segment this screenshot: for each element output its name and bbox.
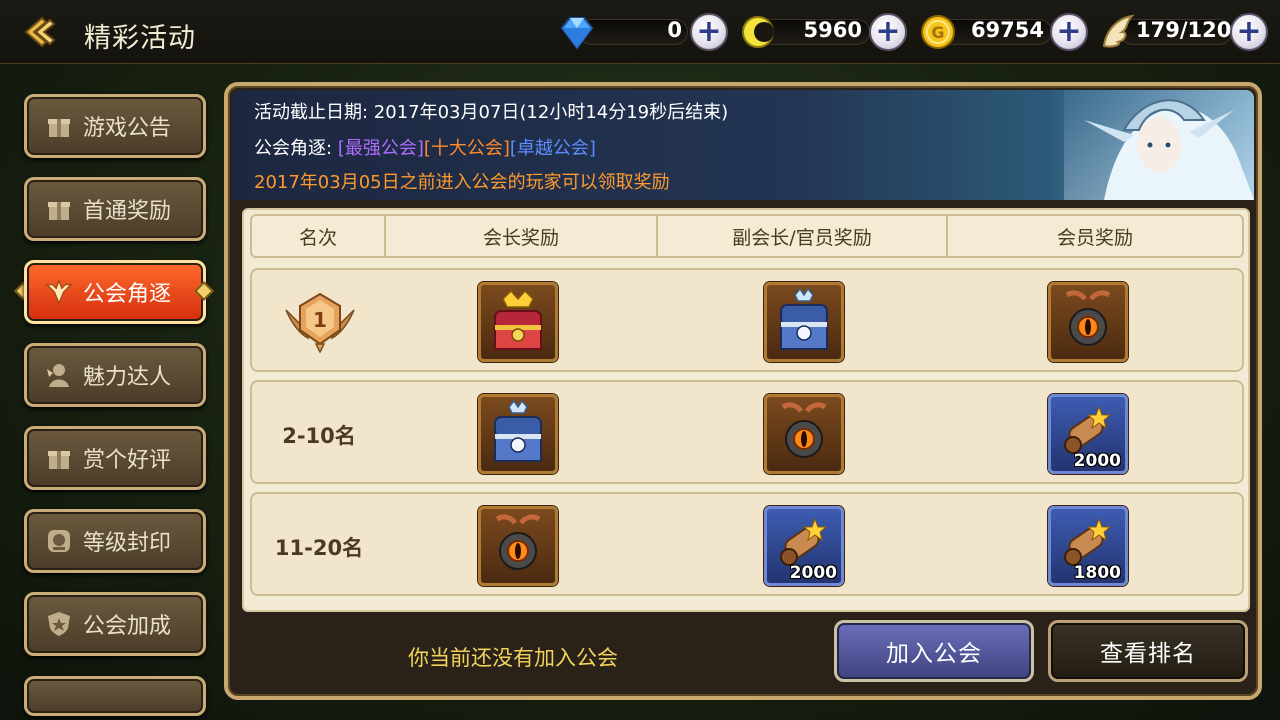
silver-chest-icon <box>494 399 542 462</box>
reward-scroll[interactable]: 2000 <box>1048 394 1128 474</box>
compete-label: 公会角逐: <box>254 138 333 159</box>
gold-value: 69754 <box>970 18 1044 42</box>
sidebar-item-guild-compete[interactable]: 公会角逐 <box>24 260 206 324</box>
deadline-text: 活动截止日期: 2017年03月07日(12小时14分19秒后结束) <box>254 102 729 123</box>
top-bar: 精彩活动 0 + 5960 + G 69754 + 179/120 + <box>0 0 1280 64</box>
reward-eye-amulet[interactable] <box>764 394 844 474</box>
event-banner: 活动截止日期: 2017年03月07日(12小时14分19秒后结束) 公会角逐:… <box>232 90 1254 200</box>
reward-scroll[interactable]: 1800 <box>1048 506 1128 586</box>
stamina-value: 179/120 <box>1136 18 1232 42</box>
compete-line: 公会角逐: [最强公会][十大公会][卓越公会] <box>254 134 596 160</box>
add-gold-button[interactable]: + <box>1050 13 1088 51</box>
not-in-guild-message: 你当前还没有加入公会 <box>408 646 618 670</box>
tag-strongest-guild[interactable]: [最强公会] <box>338 138 424 159</box>
svg-text:G: G <box>931 23 944 42</box>
sidebar-item-label: 魅力达人 <box>83 365 172 390</box>
gift-icon <box>45 444 73 472</box>
header-leader-reward: 会长奖励 <box>386 216 658 256</box>
view-ranking-button[interactable]: 查看排名 <box>1048 620 1248 682</box>
back-button[interactable] <box>18 10 62 54</box>
add-diamond-button[interactable]: + <box>690 13 728 51</box>
elf-character-art <box>1064 90 1254 200</box>
fairy-icon <box>45 361 73 389</box>
rank-label: 11-20名 <box>274 536 364 560</box>
eye-amulet-icon <box>495 514 541 570</box>
gold-coin-icon: G <box>921 15 955 49</box>
sidebar-item-label: 公会加成 <box>83 614 172 639</box>
wing-stamina-icon <box>1102 14 1135 48</box>
sidebar-item-charm-master[interactable]: 魅力达人 <box>24 343 206 407</box>
header-rank: 名次 <box>252 216 386 256</box>
reward-quantity: 1800 <box>1073 563 1121 583</box>
wings-emblem-icon <box>45 278 73 306</box>
moon-coin-icon <box>742 16 774 48</box>
eligibility-notice: 2017年03月05日之前进入公会的玩家可以领取奖励 <box>254 172 670 193</box>
sidebar-item-partial[interactable] <box>24 676 206 716</box>
table-header: 名次 会长奖励 副会长/官员奖励 会员奖励 <box>250 214 1244 258</box>
eye-amulet-icon <box>781 402 827 458</box>
sidebar-item-label: 赏个好评 <box>83 448 172 473</box>
tag-top-ten-guild[interactable]: [十大公会] <box>424 138 510 159</box>
page-title: 精彩活动 <box>84 23 196 54</box>
tag-excellent-guild[interactable]: [卓越公会] <box>510 138 596 159</box>
sidebar-item-first-clear-reward[interactable]: 首通奖励 <box>24 177 206 241</box>
table-row: 1 <box>250 268 1244 372</box>
gift-icon <box>45 195 73 223</box>
event-panel: 活动截止日期: 2017年03月07日(12小时14分19秒后结束) 公会角逐:… <box>224 82 1262 700</box>
moon-coin-value: 5960 <box>803 18 862 42</box>
table-row: 11-20名 2000 1800 <box>250 492 1244 596</box>
diamond-icon <box>560 17 594 50</box>
reward-quantity: 2000 <box>1073 451 1121 471</box>
sidebar-item-give-review[interactable]: 赏个好评 <box>24 426 206 490</box>
reward-gold-chest[interactable] <box>478 282 558 362</box>
header-officer-reward: 副会长/官员奖励 <box>658 216 948 256</box>
reward-scroll[interactable]: 2000 <box>764 506 844 586</box>
eye-amulet-icon <box>1065 290 1111 346</box>
reward-eye-amulet[interactable] <box>478 506 558 586</box>
header-member-reward: 会员奖励 <box>1056 226 1133 249</box>
sidebar-item-label: 等级封印 <box>83 531 172 556</box>
gold-chest-icon <box>494 289 542 350</box>
add-stamina-button[interactable]: + <box>1230 13 1268 51</box>
join-guild-button[interactable]: 加入公会 <box>834 620 1034 682</box>
add-moon-coin-button[interactable]: + <box>869 13 907 51</box>
back-arrow-icon <box>24 16 56 48</box>
sidebar-item-game-notice[interactable]: 游戏公告 <box>24 94 206 158</box>
silver-chest-icon <box>780 287 828 350</box>
seal-icon <box>45 527 73 555</box>
reward-silver-chest[interactable] <box>764 282 844 362</box>
rank-label: 2-10名 <box>282 424 356 448</box>
reward-table: 名次 会长奖励 副会长/官员奖励 会员奖励 1 2-10名 2000 11-20… <box>242 208 1250 612</box>
table-row: 2-10名 2000 <box>250 380 1244 484</box>
shield-icon <box>45 610 73 638</box>
reward-eye-amulet[interactable] <box>1048 282 1128 362</box>
reward-silver-chest[interactable] <box>478 394 558 474</box>
reward-quantity: 2000 <box>789 563 837 583</box>
rank-1-number: 1 <box>313 308 327 332</box>
sidebar-item-level-seal[interactable]: 等级封印 <box>24 509 206 573</box>
sidebar-item-label: 游戏公告 <box>83 116 172 141</box>
sidebar-item-label: 首通奖励 <box>83 199 172 224</box>
sidebar-item-guild-bonus[interactable]: 公会加成 <box>24 592 206 656</box>
sidebar-item-label: 公会角逐 <box>83 282 172 307</box>
diamond-value: 0 <box>667 18 682 42</box>
gift-icon <box>45 112 73 140</box>
